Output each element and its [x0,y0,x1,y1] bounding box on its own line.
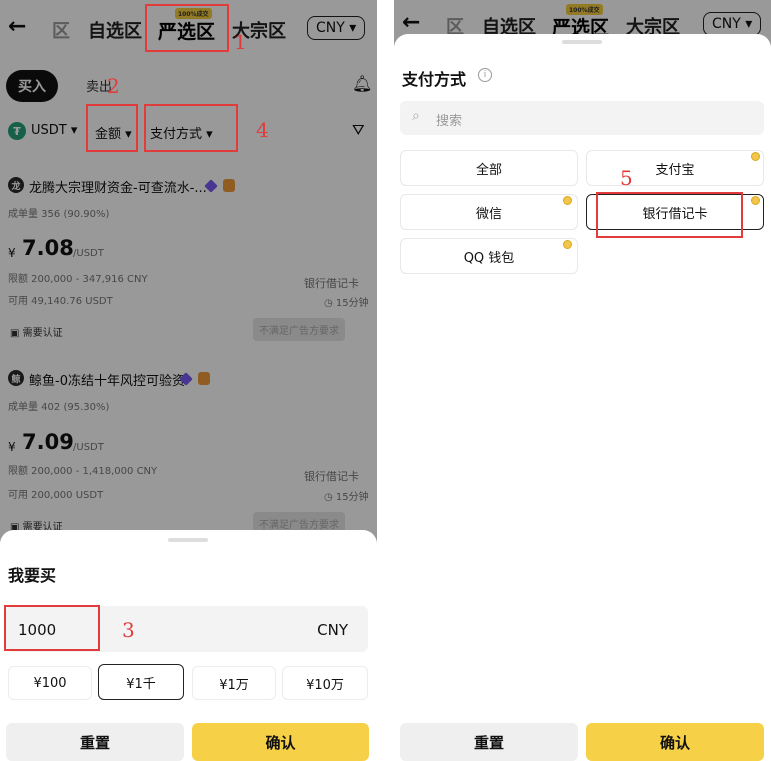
sheet-handle[interactable] [168,538,208,542]
panel-gutter [377,0,394,761]
search-placeholder: 搜索 [436,114,463,129]
order-stats: 成单量 356 (90.90%) [8,209,110,220]
reset-button[interactable]: 重置 [6,723,184,761]
merchant-avatar: 龙 [8,177,24,193]
annotation-number: 4 [256,118,269,142]
bell-icon[interactable]: 🔔︎ [352,74,372,93]
coin-badge-icon [751,196,760,205]
quick-amount-1k[interactable]: ¥1千 [98,664,184,700]
merchant-name[interactable]: 鲸鱼-0冻结十年风控可验资 [29,370,185,389]
currency-selector[interactable]: CNY ▾ [703,12,762,36]
search-icon: ⌕ [412,108,420,124]
available-amount: 可用 49,140.76 USDT [8,296,113,307]
filter-funnel-icon[interactable]: ⛛ [352,121,365,139]
shield-badge-icon [198,372,210,385]
confirm-button[interactable]: 确认 [192,723,369,761]
amount-value: 1000 [18,621,57,639]
tab-partial[interactable]: 区 [52,17,70,43]
reset-button[interactable]: 重置 [400,723,578,761]
coin-badge-icon [751,152,760,161]
coin-badge-icon [563,196,572,205]
quick-amount-100[interactable]: ¥100 [8,666,92,700]
payment-option-qq-wallet[interactable]: QQ 钱包 [400,238,578,274]
confirm-button[interactable]: 确认 [586,723,764,761]
payment-option-all[interactable]: 全部 [400,150,578,186]
currency-selector[interactable]: CNY ▾ [307,16,366,40]
annotation-number: 2 [107,74,120,98]
limit-range: 限额 200,000 - 347,916 CNY [8,274,148,285]
merchant-name[interactable]: 龙腾大宗理财资金-可查流水-... [29,177,207,196]
annotation-number: 5 [620,166,633,190]
unit-price: 7.08 [22,236,74,260]
coin-filter[interactable]: USDT ▾ [31,123,77,138]
payment-option-alipay[interactable]: 支付宝 [586,150,764,186]
shield-badge-icon [223,179,235,192]
quick-amount-10k[interactable]: ¥1万 [192,666,276,700]
sheet-handle[interactable] [562,40,602,44]
buy-toggle[interactable]: 买入 [6,70,58,102]
tab-watchlist[interactable]: 自选区 [88,17,142,43]
available-amount: 可用 200,000 USDT [8,490,104,501]
order-stats: 成单量 402 (95.30%) [8,402,110,413]
annotation-number: 1 [234,30,247,54]
price-currency-symbol: ¥ [8,440,16,454]
buy-amount-sheet: 我要买 1000 CNY ¥100 ¥1千 ¥1万 ¥10万 重置 确认 [0,530,377,761]
payment-time: ◷ 15分钟 [324,298,369,309]
payment-time: ◷ 15分钟 [324,492,369,503]
payment-method-label: 银行借记卡 [304,470,359,483]
payment-method-filter[interactable]: 支付方式 ▾ [150,123,213,142]
sheet-title: 支付方式 [402,70,467,89]
right-screen: ← 区 自选区 100%成交 严选区 大宗区 CNY ▾ 支付方式 i ⌕ 搜索… [394,0,771,761]
ineligible-button[interactable]: 不满足广告方要求 [253,318,345,341]
merchant-avatar: 鲸 [8,370,24,386]
amount-currency: CNY [317,621,348,639]
payment-option-debit-card[interactable]: 银行借记卡 [586,194,764,230]
amount-input[interactable]: 1000 CNY [6,606,368,652]
back-arrow-icon[interactable]: ← [402,10,420,35]
tab-strict-selection[interactable]: 严选区 [158,17,215,44]
unit-price: 7.09 [22,430,74,454]
sheet-title: 我要买 [8,566,57,585]
payment-option-wechat[interactable]: 微信 [400,194,578,230]
price-unit: /USDT [73,442,104,453]
search-input[interactable]: ⌕ 搜索 [400,101,764,135]
payment-method-label: 银行借记卡 [304,277,359,290]
back-arrow-icon[interactable]: ← [8,14,26,39]
price-unit: /USDT [73,248,104,259]
left-screen: ← 区 自选区 100%成交 严选区 大宗区 CNY ▾ 买入 卖出 🔔︎ ₮ … [0,0,377,761]
usdt-coin-icon: ₮ [8,122,26,140]
amount-filter[interactable]: 金额 ▾ [95,123,132,142]
coin-badge-icon [563,240,572,249]
price-currency-symbol: ¥ [8,246,16,260]
quick-amount-100k[interactable]: ¥10万 [282,666,368,700]
info-icon[interactable]: i [478,68,492,82]
verification-required: ▣ 需要认证 [10,328,63,339]
payment-method-sheet: 支付方式 i ⌕ 搜索 全部 支付宝 微信 银行借记卡 QQ 钱包 重置 确认 [394,34,771,761]
limit-range: 限额 200,000 - 1,418,000 CNY [8,466,158,477]
annotation-number: 3 [122,618,135,642]
